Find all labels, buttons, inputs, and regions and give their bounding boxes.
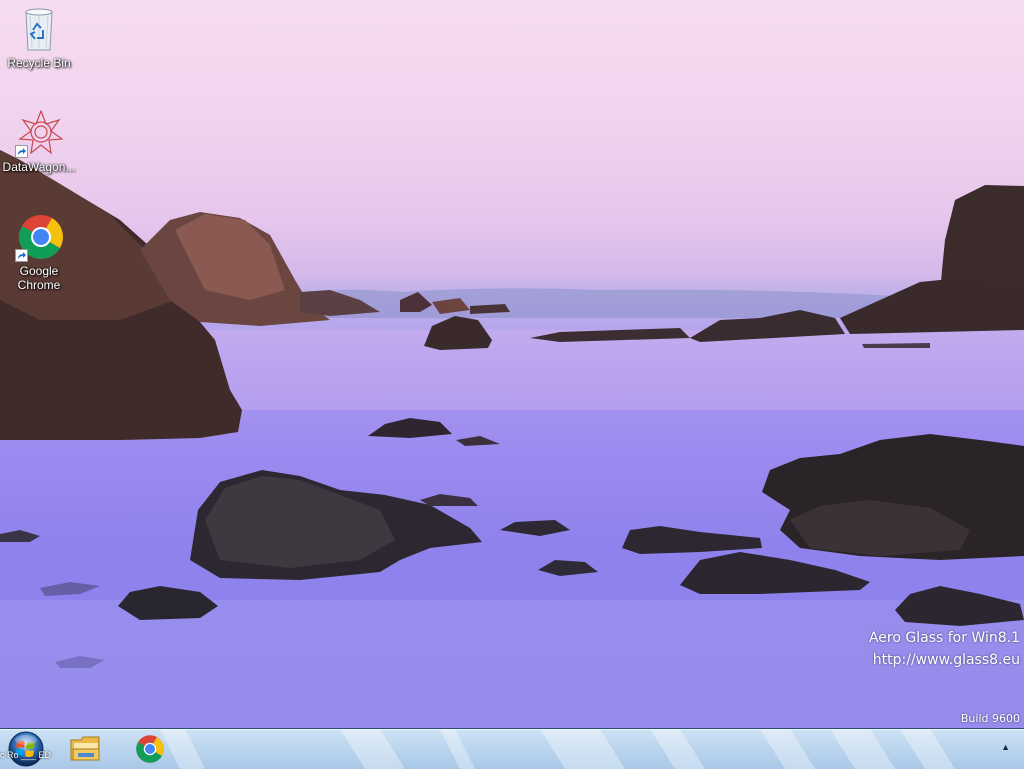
- seascape-scene: [0, 150, 1024, 728]
- desktop-icon-label: Google Chrome: [17, 264, 61, 292]
- desktop-wallpaper: [0, 0, 1024, 728]
- shortcut-arrow-icon: [15, 249, 28, 262]
- windows-logo-icon: [8, 731, 44, 767]
- recycle-bin-icon: [15, 6, 63, 54]
- taskbar-chrome-button[interactable]: [124, 730, 176, 768]
- build-number: Build 9600: [960, 712, 1020, 725]
- desktop-icon-label: Recycle Bin: [7, 56, 71, 70]
- chrome-icon: [136, 735, 164, 763]
- aero-glass-watermark-url: http://www.glass8.eu: [872, 652, 1020, 668]
- chrome-icon: [15, 214, 63, 262]
- desktop-icon-label: DataWagon...: [2, 160, 76, 174]
- start-overlay-text: c Ro ___ ED: [0, 750, 52, 760]
- datawagon-icon: [15, 109, 64, 158]
- aero-glass-watermark-title: Aero Glass for Win8.1: [868, 630, 1020, 646]
- desktop-icon-recycle-bin[interactable]: Recycle Bin: [0, 6, 78, 70]
- desktop-icon-google-chrome[interactable]: Google Chrome: [0, 214, 78, 292]
- shortcut-arrow-icon: [15, 145, 28, 158]
- file-explorer-icon: [70, 736, 100, 761]
- show-hidden-icons-button[interactable]: ▲: [1001, 742, 1010, 752]
- taskbar: [0, 728, 1024, 769]
- desktop-icon-datawagon[interactable]: DataWagon...: [0, 109, 78, 174]
- taskbar-file-explorer-button[interactable]: [60, 730, 112, 768]
- start-button[interactable]: [6, 730, 46, 768]
